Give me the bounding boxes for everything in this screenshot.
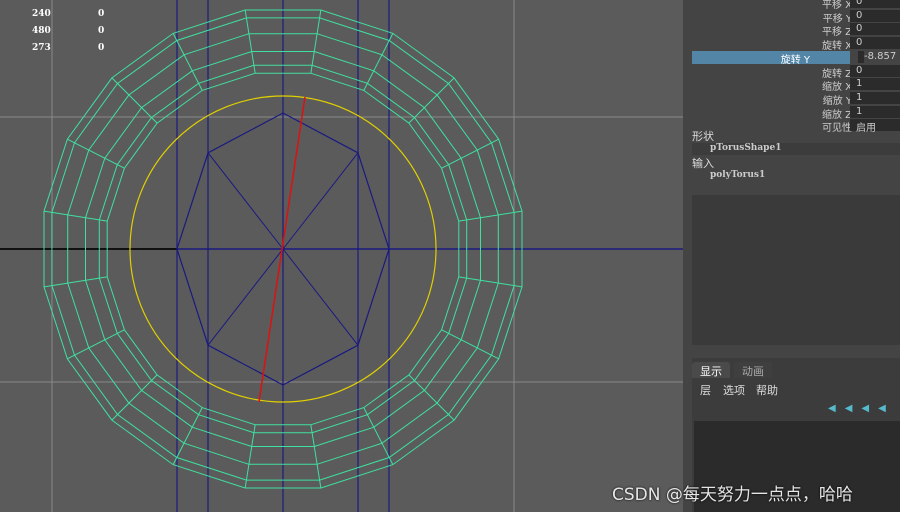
torus-edge bbox=[43, 210, 108, 222]
attribute-row[interactable]: 平移 Y0 bbox=[684, 9, 900, 25]
torus-edge bbox=[310, 424, 322, 489]
torus-edge bbox=[244, 424, 256, 489]
shape-node[interactable]: pTorusShape1 bbox=[692, 143, 900, 155]
menu-help[interactable]: 帮助 bbox=[756, 382, 778, 398]
attribute-row[interactable]: 缩放 Z1 bbox=[684, 105, 900, 121]
hud-row: 480 0 bbox=[32, 26, 105, 36]
attribute-value-field[interactable]: 0 bbox=[850, 9, 900, 22]
torus-edge bbox=[111, 77, 158, 124]
attribute-row[interactable]: 可见性 启用 bbox=[684, 119, 900, 135]
input-node[interactable]: polyTorus1 bbox=[692, 170, 900, 182]
torus-edge bbox=[458, 210, 523, 222]
attribute-panel: 平移 X 0 平移 Y 0 平移 Z 0 旋转 X 0 旋转 Y -8.857 旋转 Z 0 缩放 X1… bbox=[684, 0, 900, 512]
attribute-row[interactable]: 旋转 Z0 bbox=[684, 64, 900, 80]
octagon-spoke bbox=[207, 152, 284, 250]
attribute-value-field[interactable]: 1 bbox=[850, 91, 900, 104]
attribute-value-field[interactable]: 1 bbox=[850, 105, 900, 118]
torus-edge bbox=[43, 276, 108, 288]
input-section-label: 输入 bbox=[692, 157, 714, 170]
tab-animation[interactable]: 动画 bbox=[734, 362, 772, 378]
layer-move-icons[interactable]: ◀◀◀◀ bbox=[828, 403, 895, 414]
menu-options[interactable]: 选项 bbox=[723, 382, 745, 398]
attribute-value-field[interactable]: 0 bbox=[850, 23, 900, 36]
viewport[interactable]: 240 0 480 0 273 0 bbox=[0, 0, 683, 512]
attribute-empty-area bbox=[692, 195, 900, 345]
tab-display[interactable]: 显示 bbox=[692, 362, 730, 378]
hud-row: 240 0 bbox=[32, 9, 105, 19]
torus-edge bbox=[408, 77, 455, 124]
attribute-row[interactable]: 平移 X0 bbox=[684, 0, 900, 11]
attribute-value-field[interactable]: 0 bbox=[850, 0, 900, 8]
shape-section-label: 形状 bbox=[692, 130, 714, 143]
attribute-value-field[interactable]: 0 bbox=[850, 64, 900, 77]
torus-edge bbox=[244, 9, 256, 74]
attribute-value-field[interactable]: 0 bbox=[850, 37, 900, 50]
attribute-value-field[interactable]: 1 bbox=[850, 78, 900, 91]
octagon-spoke bbox=[207, 248, 284, 346]
hud-row: 273 0 bbox=[32, 43, 105, 53]
attribute-value-field[interactable]: 启用 bbox=[850, 119, 900, 134]
attribute-row[interactable]: 平移 Z0 bbox=[684, 23, 900, 38]
torus-edge bbox=[458, 276, 523, 288]
attribute-row[interactable]: 缩放 X1 bbox=[684, 78, 900, 93]
attribute-row[interactable]: 旋转 X0 bbox=[684, 37, 900, 52]
watermark: CSDN @每天努力一点点，哈哈 bbox=[612, 485, 853, 505]
octagon-spoke bbox=[282, 248, 359, 346]
menu-layers[interactable]: 层 bbox=[700, 382, 711, 398]
attribute-value-field[interactable]: -8.857 bbox=[858, 50, 896, 63]
attribute-row[interactable]: 缩放 Y1 bbox=[684, 91, 900, 107]
attribute-row[interactable]: 旋转 Y -8.857 bbox=[692, 50, 896, 66]
attribute-label: 可见性 bbox=[822, 123, 852, 135]
viewport-scene bbox=[0, 0, 683, 512]
torus-edge bbox=[310, 9, 322, 74]
